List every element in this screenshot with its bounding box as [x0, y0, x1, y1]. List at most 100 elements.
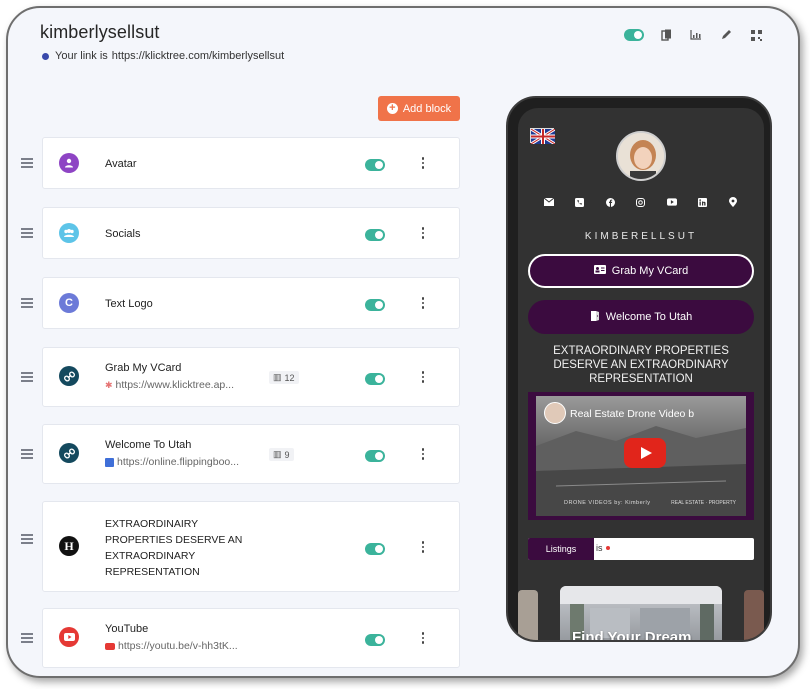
analytics-icon[interactable]	[688, 28, 704, 42]
block-headline-text: EXTRAORDINAIRY PROPERTIES DESERVE AN EXT…	[105, 516, 242, 580]
block-toggle[interactable]	[365, 542, 385, 560]
youtube-icon	[59, 627, 79, 647]
block-toggle[interactable]	[365, 158, 385, 176]
listings-text: is	[596, 543, 603, 553]
block-label: Socials	[105, 228, 141, 240]
listing-carousel[interactable]: Find Your Dream	[518, 578, 764, 642]
block-label: Text Logo	[105, 298, 153, 310]
copy-icon[interactable]	[658, 28, 674, 42]
link-icon	[59, 366, 79, 386]
block-label: Avatar	[105, 158, 137, 170]
listings-tab[interactable]: Listings	[528, 538, 594, 560]
headline-text: EXTRAORDINARY PROPERTIES DESERVE AN EXTR…	[553, 345, 729, 385]
youtube-icon[interactable]	[666, 197, 677, 207]
social-icons-row	[544, 197, 738, 207]
link-url[interactable]: https://klicktree.com/kimberlysellsut	[112, 50, 284, 62]
welcome-utah-button-label: Welcome To Utah	[605, 311, 693, 323]
avatar	[616, 131, 666, 181]
welcome-utah-button[interactable]: Welcome To Utah	[528, 300, 754, 334]
edit-icon[interactable]	[718, 28, 734, 42]
more-icon[interactable]	[421, 371, 425, 383]
drag-handle-icon[interactable]	[21, 298, 33, 308]
block-toggle[interactable]	[365, 298, 385, 316]
click-count: 9	[284, 449, 290, 460]
block-label: YouTube	[105, 623, 149, 635]
block-label: Grab My VCard	[105, 362, 182, 374]
vcard-button[interactable]: Grab My VCard	[528, 254, 754, 288]
publish-toggle[interactable]	[624, 29, 644, 41]
link-line: Your link is https://klicktree.com/kimbe…	[42, 50, 284, 62]
listings-content: is	[596, 543, 610, 553]
block-toggle[interactable]	[365, 372, 385, 390]
drag-handle-icon[interactable]	[21, 534, 33, 544]
listings-widget[interactable]: Listings is	[528, 538, 754, 560]
door-icon	[590, 310, 600, 324]
block-url-text: https://online.flippingboo...	[117, 456, 240, 468]
drag-handle-icon[interactable]	[21, 372, 33, 382]
block-toggle[interactable]	[365, 228, 385, 246]
click-count-badge: ▥ 12	[269, 371, 299, 384]
carousel-caption: Find Your Dream	[572, 629, 692, 642]
block-url-text: https://youtu.be/v-hh3tK...	[118, 640, 238, 652]
more-icon[interactable]	[421, 157, 425, 169]
link-dot-icon	[42, 52, 49, 60]
video-thumbnail: Real Estate Drone Video b DRONE VIDEOS b…	[536, 396, 746, 516]
analytics-icon: ▥	[273, 372, 282, 382]
group-icon	[59, 223, 79, 243]
phone-preview: KIMBERELLSUT Grab My VCard Welcome To Ut…	[506, 96, 772, 642]
more-icon[interactable]	[421, 227, 425, 239]
drag-handle-icon[interactable]	[21, 228, 33, 238]
linkedin-icon[interactable]	[697, 197, 707, 207]
more-icon[interactable]	[421, 541, 425, 553]
video-title: Real Estate Drone Video b	[570, 408, 695, 420]
more-icon[interactable]	[421, 632, 425, 644]
page-title: kimberlysellsut	[40, 22, 160, 42]
headline-line: EXTRAORDINAIRY	[105, 518, 199, 530]
block-toggle[interactable]	[365, 633, 385, 651]
block-toggle[interactable]	[365, 449, 385, 467]
carousel-prev-card[interactable]	[518, 590, 538, 640]
block-url: https://youtu.be/v-hh3tK...	[105, 640, 238, 652]
drag-handle-icon[interactable]	[21, 449, 33, 459]
block-text-logo[interactable]: C Text Logo	[21, 277, 460, 329]
facebook-icon[interactable]	[605, 197, 615, 207]
toolbar	[624, 28, 764, 42]
block-youtube[interactable]: YouTube https://youtu.be/v-hh3tK...	[21, 608, 460, 668]
profile-name: KIMBERELLSUT	[584, 231, 698, 242]
flipbook-small-icon	[105, 457, 114, 467]
c-letter-icon: C	[59, 293, 79, 313]
channel-avatar	[544, 402, 566, 424]
block-socials[interactable]: Socials	[21, 207, 460, 259]
carousel-next-card[interactable]	[744, 590, 764, 640]
drag-handle-icon[interactable]	[21, 158, 33, 168]
link-icon	[59, 443, 79, 463]
red-dot-icon	[605, 546, 610, 550]
uk-flag-icon[interactable]	[530, 127, 556, 146]
video-embed[interactable]: Real Estate Drone Video b DRONE VIDEOS b…	[528, 392, 754, 520]
block-headline[interactable]: H EXTRAORDINAIRY PROPERTIES DESERVE AN E…	[21, 501, 460, 592]
h-letter-icon: H	[59, 536, 79, 556]
more-icon[interactable]	[421, 297, 425, 309]
play-button-icon[interactable]	[624, 438, 666, 468]
email-icon[interactable]	[544, 197, 554, 207]
more-icon[interactable]	[421, 448, 425, 460]
instagram-icon[interactable]	[636, 197, 646, 207]
phone-screen: KIMBERELLSUT Grab My VCard Welcome To Ut…	[518, 108, 764, 642]
block-grab-my-vcard[interactable]: Grab My VCard ✱ https://www.klicktree.ap…	[21, 347, 460, 407]
phone-icon[interactable]	[575, 197, 585, 207]
block-welcome-to-utah[interactable]: Welcome To Utah https://online.flippingb…	[21, 424, 460, 484]
carousel-card[interactable]: Find Your Dream	[560, 586, 722, 642]
plus-icon: +	[386, 103, 398, 114]
click-count-badge: ▥ 9	[269, 448, 294, 461]
qr-icon[interactable]	[748, 28, 764, 42]
block-url: https://online.flippingboo...	[105, 456, 239, 468]
drag-handle-icon[interactable]	[21, 633, 33, 643]
video-footer-right: REAL ESTATE · PROPERTY	[671, 500, 736, 506]
id-card-icon	[593, 265, 606, 277]
add-block-button[interactable]: + Add block	[378, 96, 460, 121]
video-footer: DRONE VIDEOS by: Kimberly	[564, 500, 651, 506]
analytics-icon: ▥	[273, 449, 282, 459]
location-icon[interactable]	[728, 197, 738, 207]
block-avatar[interactable]: Avatar	[21, 137, 460, 189]
add-block-label: Add block	[402, 102, 452, 115]
